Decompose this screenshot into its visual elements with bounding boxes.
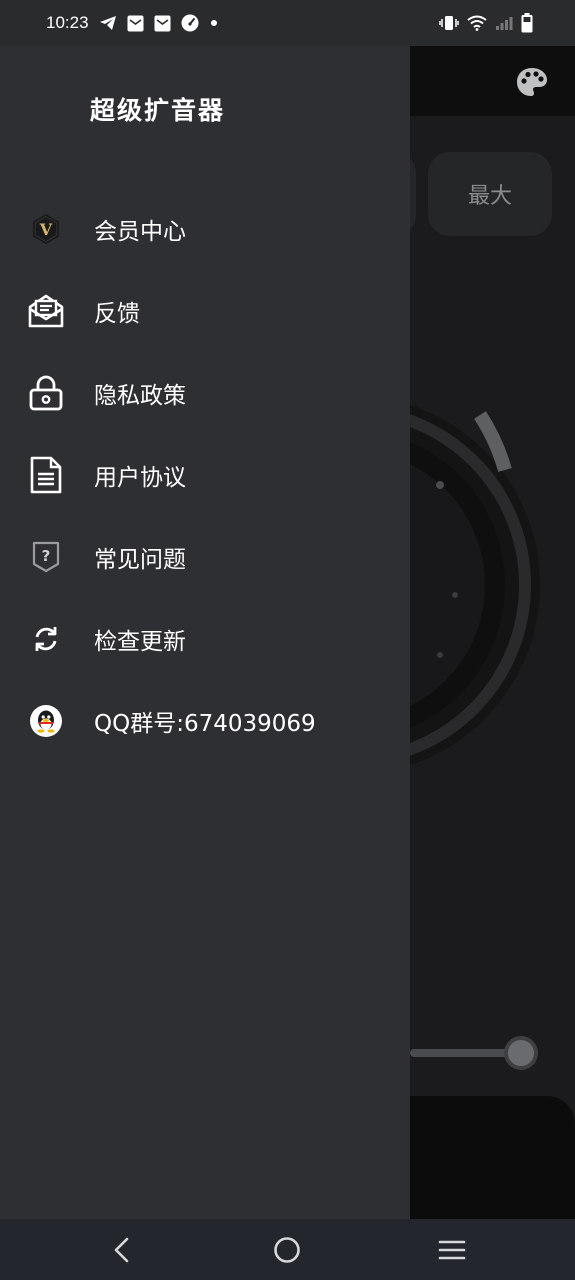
drawer-title: 超级扩音器 xyxy=(90,96,226,125)
home-icon[interactable] xyxy=(257,1219,317,1280)
menu-item-user-agreement[interactable]: 用户协议 xyxy=(0,440,410,510)
svg-text:?: ? xyxy=(42,547,51,565)
bottom-panel xyxy=(410,1096,575,1219)
menu-item-label: 隐私政策 xyxy=(94,383,186,409)
max-button[interactable]: 最大 xyxy=(428,152,552,236)
menu-item-label: 检查更新 xyxy=(94,629,186,655)
menu-item-privacy-policy[interactable]: 隐私政策 xyxy=(0,358,410,428)
speedometer-icon xyxy=(181,14,199,32)
battery-icon xyxy=(521,13,533,33)
menu-item-label: QQ群号:674039069 xyxy=(94,711,316,737)
menu-item-vip-center[interactable]: V 会员中心 xyxy=(0,194,410,264)
volume-slider-thumb[interactable] xyxy=(504,1036,538,1070)
mail-open-icon xyxy=(26,291,66,331)
vibrate-icon xyxy=(439,15,459,31)
document-icon xyxy=(26,455,66,495)
mail-icon xyxy=(127,15,144,32)
menu-item-check-update[interactable]: 检查更新 xyxy=(0,604,410,674)
dot-icon xyxy=(209,18,219,28)
system-nav-bar xyxy=(0,1219,575,1280)
menu-item-label: 会员中心 xyxy=(94,219,186,245)
qq-penguin-icon xyxy=(26,701,66,741)
menu-icon[interactable] xyxy=(422,1219,482,1280)
menu-item-label: 反馈 xyxy=(94,301,140,327)
app-top-bar xyxy=(410,46,575,116)
wifi-icon xyxy=(467,15,487,31)
status-bar-right xyxy=(439,0,533,46)
menu-item-faq[interactable]: ? 常见问题 xyxy=(0,522,410,592)
telegram-icon xyxy=(99,15,117,31)
question-shield-icon: ? xyxy=(26,537,66,577)
mail-icon xyxy=(154,15,171,32)
back-icon[interactable] xyxy=(92,1219,152,1280)
status-time: 10:23 xyxy=(46,13,89,32)
svg-text:V: V xyxy=(39,220,53,239)
palette-icon[interactable] xyxy=(515,66,549,102)
status-bar: 10:23 xyxy=(0,0,575,46)
signal-icon xyxy=(495,15,513,31)
menu-item-label: 用户协议 xyxy=(94,465,186,491)
menu-item-label: 常见问题 xyxy=(94,547,186,573)
vip-badge-icon: V xyxy=(26,209,66,249)
background-app: 最大 xyxy=(410,46,575,1219)
menu-item-qq-group[interactable]: QQ群号:674039069 xyxy=(0,686,410,756)
volume-dial[interactable] xyxy=(410,350,550,790)
menu-item-feedback[interactable]: 反馈 xyxy=(0,276,410,346)
navigation-drawer: 超级扩音器 V 会员中心 反馈 隐私政策 用户协议 ? 常见问题 检查更新 QQ… xyxy=(0,46,410,1219)
lock-icon xyxy=(26,373,66,413)
refresh-icon xyxy=(26,619,66,659)
status-bar-left: 10:23 xyxy=(46,0,219,46)
level-button[interactable] xyxy=(410,154,416,234)
